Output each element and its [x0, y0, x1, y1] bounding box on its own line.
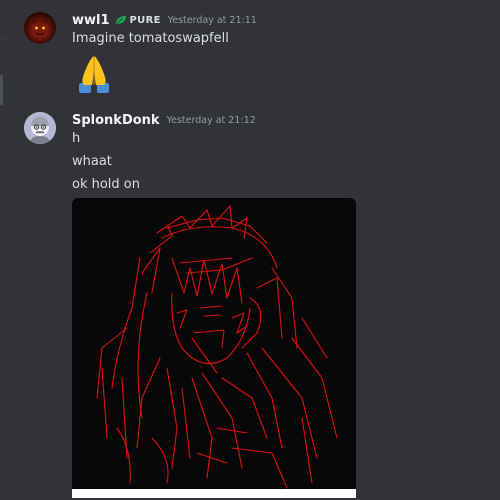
message-text: Imagine tomatoswapfell: [72, 31, 229, 46]
red-creature-avatar-icon: [31, 17, 49, 38]
red-line-sketch-image: [96, 205, 338, 489]
badge-label: PURE: [129, 14, 161, 26]
timestamp[interactable]: Yesterday at 21:11: [168, 15, 257, 26]
image-footer-strip: [72, 489, 356, 498]
username[interactable]: wwl1: [72, 13, 110, 28]
divider: [0, 38, 5, 39]
message-text: h: [72, 131, 81, 146]
message-text: whaat: [72, 154, 112, 169]
timestamp[interactable]: Yesterday at 21:12: [167, 115, 256, 126]
image-attachment[interactable]: [72, 198, 356, 498]
grey-character-avatar-icon: [24, 112, 56, 144]
user-avatar[interactable]: [24, 112, 56, 144]
username[interactable]: SplonkDonk: [72, 113, 160, 128]
user-avatar[interactable]: [24, 12, 56, 44]
chat-message-list: wwl1 PURE Yesterday at 21:11 Imagine tom…: [0, 0, 500, 500]
folded-hands-emoji-icon[interactable]: [72, 52, 116, 96]
leaf-icon: [115, 16, 126, 24]
scroll-indicator[interactable]: [0, 75, 3, 105]
message-header: SplonkDonk Yesterday at 21:12: [72, 110, 256, 130]
pure-badge[interactable]: PURE: [115, 15, 161, 26]
message-header: wwl1 PURE Yesterday at 21:11: [72, 10, 257, 30]
message-text: ok hold on: [72, 177, 140, 192]
